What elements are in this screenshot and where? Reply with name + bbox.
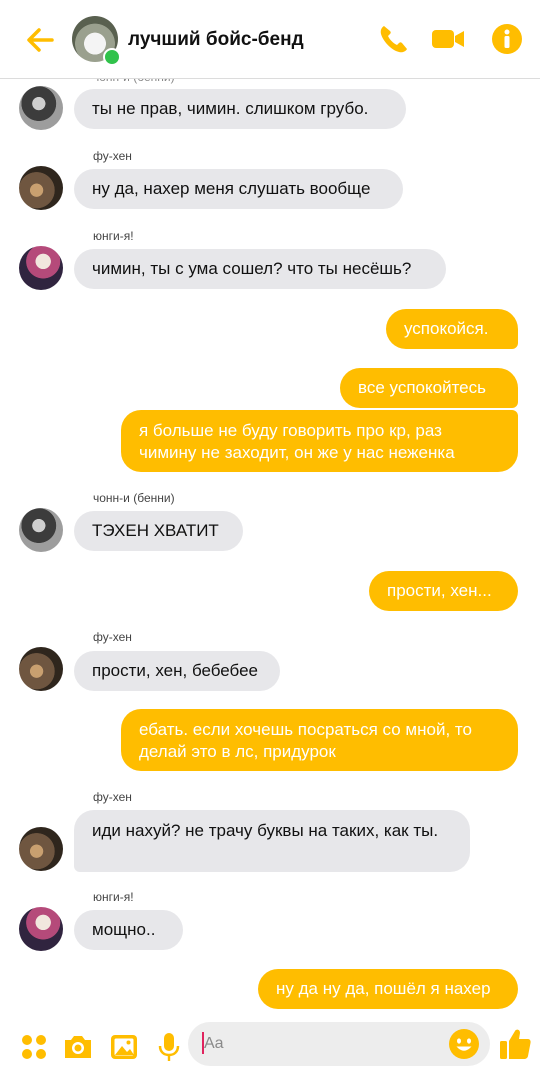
info-icon[interactable] — [490, 22, 524, 56]
thumbs-up-icon[interactable] — [497, 1026, 533, 1062]
outgoing-message[interactable]: прости, хен... — [369, 571, 518, 611]
sender-name: фу-хен — [93, 149, 132, 163]
sender-name: юнги-я! — [93, 890, 134, 904]
message-composer — [0, 1018, 540, 1078]
video-camera-icon[interactable] — [431, 22, 465, 56]
phone-icon[interactable] — [377, 22, 411, 56]
incoming-message[interactable]: ТЭХЕН ХВАТИТ — [74, 511, 243, 551]
sender-name: юнги-я! — [93, 229, 134, 243]
text-cursor — [202, 1032, 204, 1054]
sender-name: фу-хен — [93, 790, 132, 804]
back-arrow-icon[interactable] — [24, 24, 56, 56]
microphone-icon[interactable] — [152, 1030, 186, 1064]
avatar[interactable] — [19, 166, 63, 210]
photo-icon[interactable] — [107, 1030, 141, 1064]
avatar[interactable] — [19, 508, 63, 552]
incoming-message[interactable]: чимин, ты с ума сошел? что ты несёшь? — [74, 249, 446, 289]
sender-name: чонн-и (бенни) — [93, 491, 175, 505]
avatar[interactable] — [19, 647, 63, 691]
avatar[interactable] — [19, 827, 63, 871]
incoming-message[interactable]: ну да, нахер меня слушать вообще — [74, 169, 403, 209]
outgoing-message[interactable]: ну да ну да, пошёл я нахер — [258, 969, 518, 1009]
chat-title[interactable]: лучший бойс-бенд — [128, 29, 304, 51]
avatar[interactable] — [19, 246, 63, 290]
online-status-dot — [103, 48, 121, 66]
outgoing-message[interactable]: успокойся. — [386, 309, 518, 349]
outgoing-message[interactable]: ебать. если хочешь посраться со мной, то… — [121, 709, 518, 771]
apps-grid-icon[interactable] — [17, 1030, 51, 1064]
sender-name: фу-хен — [93, 630, 132, 644]
avatar[interactable] — [19, 907, 63, 951]
incoming-message[interactable]: ты не прав, чимин. слишком грубо. — [74, 89, 406, 129]
outgoing-message[interactable]: все успокойтесь — [340, 368, 518, 408]
outgoing-message[interactable]: я больше не буду говорить про кр, раз чи… — [121, 410, 518, 472]
avatar[interactable] — [19, 86, 63, 130]
incoming-message[interactable]: мощно.. — [74, 910, 183, 950]
message-input[interactable] — [188, 1022, 490, 1066]
chat-header: лучший бойс-бенд — [0, 0, 540, 79]
message-list[interactable]: чонн-и (бенни) ты не прав, чимин. слишко… — [0, 0, 540, 1018]
camera-icon[interactable] — [61, 1030, 95, 1064]
incoming-message[interactable]: иди нахуй? не трачу буквы на таких, как … — [74, 810, 470, 872]
emoji-icon[interactable] — [448, 1028, 480, 1060]
incoming-message[interactable]: прости, хен, бебебее — [74, 651, 280, 691]
